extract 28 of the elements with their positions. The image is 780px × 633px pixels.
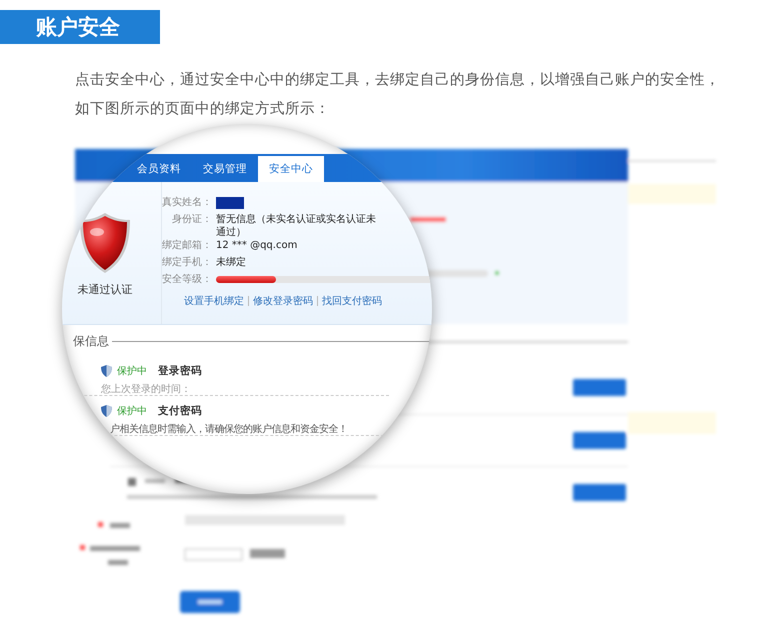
item-title: 登录密码 xyxy=(158,364,202,378)
field-label: 真实姓名： xyxy=(162,196,212,209)
field-value: 未绑定 xyxy=(216,256,246,269)
shield-icon xyxy=(101,365,112,377)
verification-status: 未通过认证 xyxy=(78,282,132,297)
field-label: 身份证： xyxy=(171,213,212,226)
protection-status: 保护中 xyxy=(117,404,147,418)
action-link[interactable]: 修改登录密码 xyxy=(253,294,313,308)
item-note: 您上次登录的时间： xyxy=(101,382,192,396)
intro-paragraph: 点击安全中心，通过安全中心中的绑定工具，去绑定自己的身份信息，以增强自己账户的安全性，如下图所示的页面中的绑定方式所示： xyxy=(75,70,720,119)
section-header: 账户安全 xyxy=(0,10,160,44)
section-title: 保信息 xyxy=(73,333,109,350)
field-label: 安全等级： xyxy=(162,273,212,286)
protection-status: 保护中 xyxy=(117,364,147,378)
nav-tab[interactable]: 安全中心 xyxy=(258,156,324,182)
nav-tab[interactable]: 交易管理 xyxy=(192,156,258,182)
action-link[interactable]: 找回支付密码 xyxy=(322,294,382,308)
nav-tab[interactable]: 会员资料 xyxy=(126,156,192,182)
masked-name xyxy=(216,197,244,209)
shield-icon xyxy=(79,212,131,274)
item-title: 支付密码 xyxy=(158,404,202,418)
field-value: 12 *** @qq.com xyxy=(216,239,298,252)
field-label: 绑定邮箱： xyxy=(162,239,212,252)
shield-icon xyxy=(101,405,112,417)
field-label: 绑定手机： xyxy=(162,256,212,269)
item-note: 户相关信息时需输入，请确保您的账户信息和资金安全！ xyxy=(110,422,348,436)
field-value: 暂无信息（未实名认证或实名认证未通过） xyxy=(216,213,376,239)
action-link[interactable]: 设置手机绑定 xyxy=(184,294,244,308)
